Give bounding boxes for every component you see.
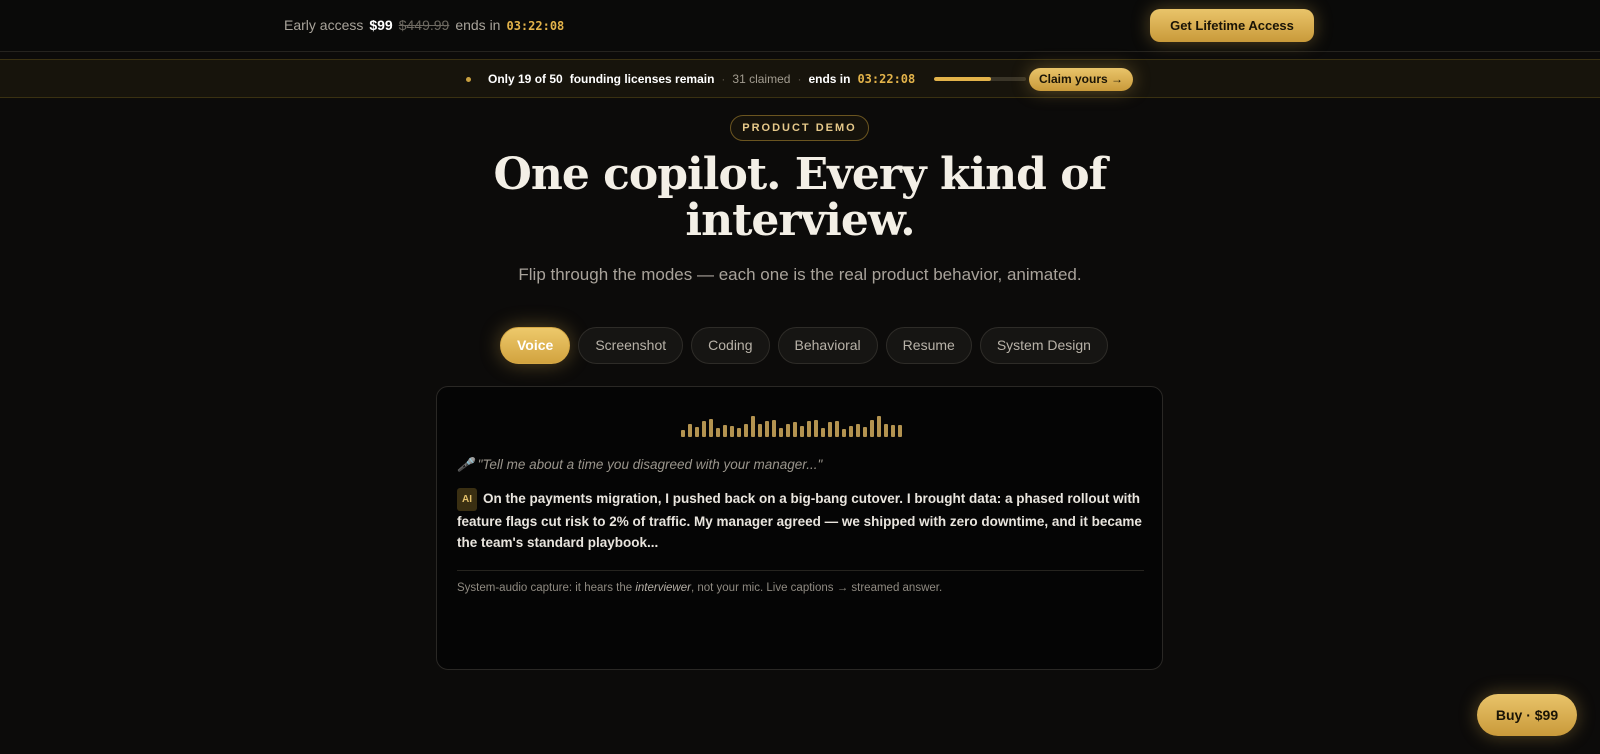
waveform-bar (758, 424, 762, 437)
waveform-bar (828, 422, 832, 437)
waveform-bar (877, 416, 881, 437)
remaining-count: Only 19 of 50 (488, 72, 563, 86)
divider (457, 570, 1144, 571)
audio-waveform (681, 415, 921, 437)
tab-resume[interactable]: Resume (885, 327, 972, 364)
separator: · (721, 72, 726, 86)
footnote-suffix: , not your mic. Live captions → streamed… (690, 582, 943, 594)
waveform-bar (814, 420, 818, 437)
waveform-bar (695, 427, 699, 437)
waveform-bar (842, 429, 846, 437)
page-title: One copilot. Every kind of interview. (493, 149, 1108, 246)
tab-voice[interactable]: Voice (500, 327, 571, 364)
scarcity-banner: Only 19 of 50 founding licenses remain ·… (0, 59, 1600, 98)
waveform-bar (821, 428, 825, 437)
waveform-bar (716, 428, 720, 437)
product-demo-badge: PRODUCT DEMO (730, 115, 869, 141)
footnote-emphasis: interviewer (635, 582, 691, 594)
offer-price: $99 (369, 17, 393, 33)
waveform-bar (737, 428, 741, 437)
waveform-bar (709, 419, 713, 437)
waveform-bar (786, 424, 790, 437)
demo-card: 🎤 "Tell me about a time you disagreed wi… (436, 386, 1163, 670)
tab-coding[interactable]: Coding (691, 327, 770, 364)
tab-behavioral[interactable]: Behavioral (777, 327, 878, 364)
claimed-count: 31 claimed (732, 72, 791, 86)
waveform-bar (870, 420, 874, 437)
claimed-progress-bar (934, 77, 1027, 81)
countdown-timer: 03:22:08 (506, 19, 565, 33)
waveform-bar (723, 425, 727, 437)
waveform-bar (730, 426, 734, 437)
waveform-bar (835, 421, 839, 437)
ends-label: ends in (455, 17, 501, 33)
interviewer-prompt: 🎤 "Tell me about a time you disagreed wi… (457, 457, 822, 473)
waveform-bar (765, 421, 769, 437)
page-subtitle: Flip through the modes — each one is the… (518, 265, 1082, 284)
waveform-bar (681, 430, 685, 437)
ai-tag: AI (457, 488, 477, 511)
microphone-icon: 🎤 (457, 457, 474, 472)
waveform-bar (779, 428, 783, 437)
footnote-prefix: System-audio capture: it hears the (457, 582, 633, 594)
capture-footnote: System-audio capture: it hears the inter… (457, 582, 942, 594)
mode-tabs: Voice Screenshot Coding Behavioral Resum… (500, 327, 1108, 364)
waveform-bar (702, 421, 706, 437)
waveform-bar (772, 420, 776, 437)
status-dot-icon (466, 76, 471, 82)
scarcity-row: Only 19 of 50 founding licenses remain ·… (466, 71, 1027, 87)
early-access-label: Early access (284, 17, 364, 33)
buy-button[interactable]: Buy · $99 (1477, 694, 1577, 736)
waveform-bar (800, 426, 804, 437)
ai-answer: AI On the payments migration, I pushed ba… (457, 488, 1142, 553)
waveform-bar (898, 425, 902, 437)
get-lifetime-access-button[interactable]: Get Lifetime Access (1150, 9, 1314, 42)
tab-screenshot[interactable]: Screenshot (578, 327, 684, 364)
remaining-suffix: founding licenses remain (569, 72, 715, 86)
waveform-bar (744, 424, 748, 437)
waveform-bar (793, 422, 797, 437)
waveform-bar (688, 424, 692, 437)
prompt-text: "Tell me about a time you disagreed with… (477, 457, 823, 472)
tab-system-design[interactable]: System Design (979, 327, 1108, 364)
waveform-bar (884, 424, 888, 437)
top-bar: Early access $99 $449.99 ends in 03:22:0… (0, 0, 1600, 52)
scarcity-countdown: 03:22:08 (857, 72, 916, 86)
original-price: $449.99 (398, 17, 450, 33)
waveform-bar (863, 427, 867, 437)
waveform-bar (807, 421, 811, 437)
claimed-progress-fill (934, 77, 992, 81)
claim-yours-button[interactable]: Claim yours → (1029, 68, 1133, 91)
scarcity-ends-label: ends in (808, 72, 851, 86)
answer-text: On the payments migration, I pushed back… (457, 491, 1142, 550)
waveform-bar (849, 426, 853, 437)
early-access-offer: Early access $99 $449.99 ends in 03:22:0… (284, 17, 564, 33)
separator: · (797, 72, 802, 86)
waveform-bar (751, 416, 755, 437)
waveform-bar (856, 424, 860, 437)
waveform-bar (891, 425, 895, 437)
